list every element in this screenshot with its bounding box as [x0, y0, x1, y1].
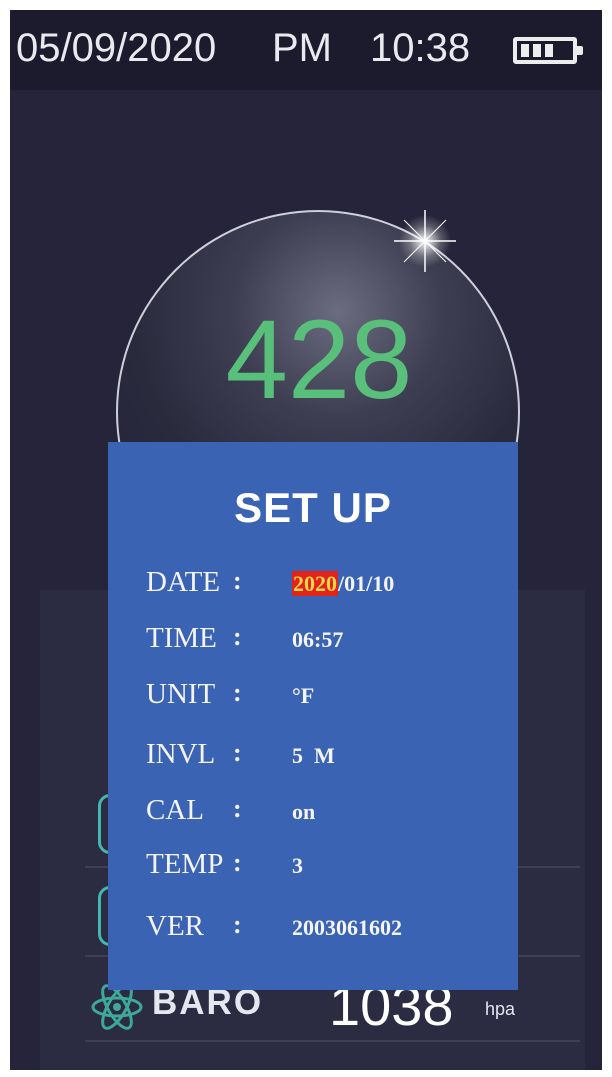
status-time: 10:38: [370, 26, 471, 70]
status-bar: 05/09/2020 PM 10:38: [10, 10, 602, 90]
setup-title: SET UP: [234, 484, 392, 531]
ver-label: VER: [146, 910, 204, 942]
invl-label: INVL: [146, 738, 216, 770]
unit-value[interactable]: °F: [292, 683, 314, 709]
status-ampm: PM: [272, 26, 332, 70]
ver-colon: :: [233, 910, 242, 939]
time-value[interactable]: 06:57: [292, 627, 343, 653]
invl-value[interactable]: 5 M: [292, 743, 335, 769]
setup-row-ver: VER : 2003061602: [146, 910, 506, 946]
battery-full-icon: [513, 37, 583, 64]
cal-label: CAL: [146, 794, 204, 826]
unit-label: UNIT: [146, 678, 216, 710]
status-date: 05/09/2020: [16, 26, 217, 70]
setup-row-unit[interactable]: UNIT : °F: [146, 678, 506, 714]
unit-colon: :: [233, 678, 242, 707]
glare-sparkle-icon: [394, 210, 456, 272]
device-screen: 05/09/2020 PM 10:38 428 BARO 1038 hpa SE…: [10, 10, 602, 1070]
date-year-field[interactable]: 2020: [292, 571, 338, 596]
row-divider: [85, 1040, 580, 1042]
time-colon: :: [233, 622, 242, 651]
time-label: TIME: [146, 622, 217, 654]
date-colon: :: [233, 566, 242, 595]
co2-reading-value: 428: [225, 297, 413, 422]
setup-row-date[interactable]: DATE : 2020/01/10: [146, 566, 506, 602]
ver-value: 2003061602: [292, 915, 402, 940]
baro-unit: hpa: [485, 999, 516, 1019]
setup-row-time[interactable]: TIME : 06:57: [146, 622, 506, 658]
temp-colon: :: [233, 848, 242, 877]
setup-row-invl[interactable]: INVL : 5 M: [146, 738, 506, 774]
invl-colon: :: [233, 738, 242, 767]
setup-row-cal[interactable]: CAL : on: [146, 794, 506, 830]
date-value[interactable]: 2020/01/10: [292, 571, 394, 597]
date-label: DATE: [146, 566, 221, 598]
setup-row-temp[interactable]: TEMP : 3: [146, 848, 506, 884]
date-month-day: /01/10: [338, 571, 395, 596]
cal-colon: :: [233, 794, 242, 823]
temp-value[interactable]: 3: [292, 853, 303, 879]
cal-value[interactable]: on: [292, 799, 315, 825]
temp-label: TEMP: [146, 848, 224, 880]
setup-dialog: SET UP DATE : 2020/01/10 TIME : 06:57 UN…: [108, 442, 518, 990]
